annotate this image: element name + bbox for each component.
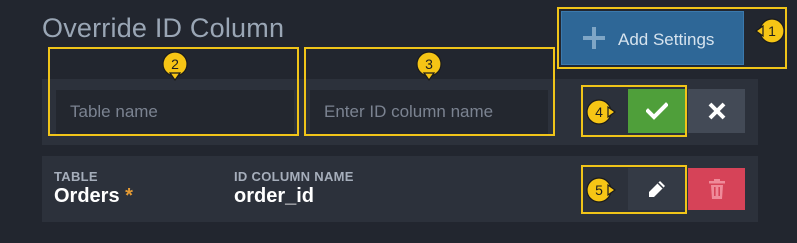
plus-icon — [583, 27, 605, 49]
table-column-label: TABLE — [54, 169, 98, 184]
add-settings-button[interactable]: Add Settings — [561, 11, 744, 65]
confirm-button[interactable] — [628, 89, 685, 133]
cancel-button[interactable] — [688, 89, 745, 133]
annotation-marker-4: 4 — [586, 97, 616, 127]
edit-button[interactable] — [628, 168, 685, 210]
id-column-label: ID COLUMN NAME — [234, 169, 354, 184]
table-name-input[interactable] — [56, 90, 294, 134]
id-column-value: order_id — [234, 185, 315, 207]
annotation-marker-5: 5 — [586, 175, 616, 205]
table-name-value: Orders * — [54, 185, 133, 208]
annotation-marker-2: 2 — [160, 51, 190, 81]
annotation-marker-1: 1 — [755, 16, 785, 46]
delete-button[interactable] — [688, 168, 745, 210]
page-title: Override ID Column — [42, 13, 285, 43]
add-settings-label: Add Settings — [618, 30, 715, 49]
trash-icon — [708, 179, 725, 199]
pencil-icon — [648, 181, 665, 197]
close-icon — [708, 102, 725, 120]
annotation-marker-3: 3 — [414, 51, 444, 81]
required-marker: * — [125, 185, 133, 207]
id-column-input[interactable] — [310, 90, 548, 134]
check-icon — [645, 102, 668, 120]
table-name-text: Orders — [54, 185, 120, 207]
